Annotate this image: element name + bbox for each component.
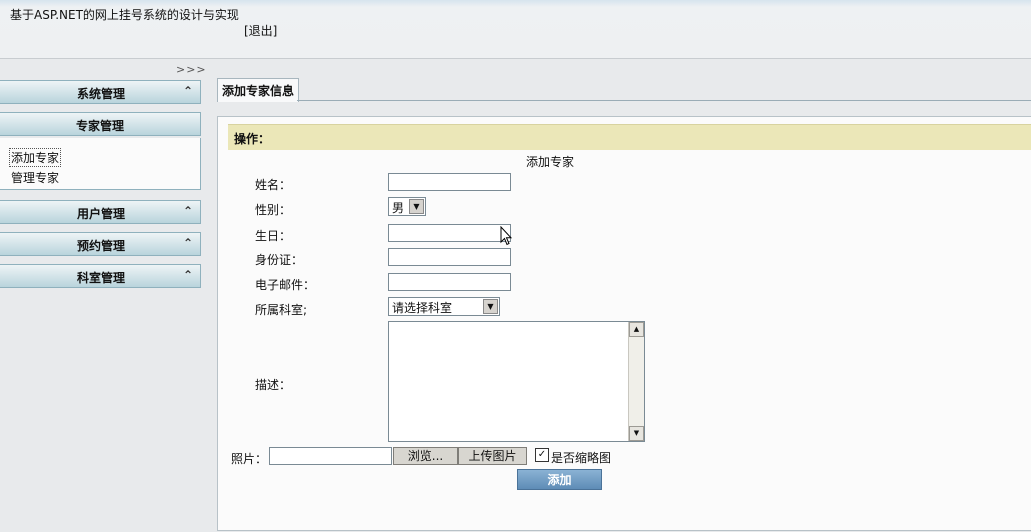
- birthday-label: 生日：: [255, 229, 292, 243]
- gender-label: 性别：: [255, 203, 292, 217]
- operation-bar: 操作：: [228, 124, 1031, 150]
- sidebar-section-system[interactable]: 系统管理 ⌃: [0, 80, 201, 104]
- chevron-up-icon: ⌃: [183, 204, 194, 218]
- tab-add-expert-info[interactable]: 添加专家信息: [217, 78, 299, 102]
- chevron-up-icon: ⌃: [183, 236, 194, 250]
- operation-label: 操作：: [234, 132, 271, 146]
- email-input[interactable]: [388, 273, 511, 291]
- description-label: 描述：: [255, 378, 292, 392]
- sidebar-toggle[interactable]: >>>: [176, 63, 207, 76]
- mouse-cursor-icon: [500, 226, 512, 246]
- email-label: 电子邮件：: [255, 278, 316, 292]
- form-title: 添加专家: [526, 155, 575, 169]
- app-header: 基于ASP.NET的网上挂号系统的设计与实现 [退出]: [0, 0, 1031, 59]
- sidebar-item-add-expert[interactable]: 添加专家: [9, 148, 62, 167]
- sidebar-section-user[interactable]: 用户管理 ⌃: [0, 200, 201, 224]
- photo-path-input[interactable]: [269, 447, 392, 465]
- section-label: 预约管理: [76, 239, 125, 253]
- scroll-up-icon[interactable]: ▲: [629, 322, 644, 337]
- section-label: 用户管理: [76, 207, 125, 221]
- department-label: 所属科室;: [255, 303, 308, 317]
- section-label: 科室管理: [76, 271, 125, 285]
- scroll-down-icon[interactable]: ▼: [629, 426, 644, 441]
- logout-link[interactable]: [退出]: [244, 22, 277, 39]
- sidebar-item-manage-expert[interactable]: 管理专家: [11, 169, 59, 186]
- section-label: 专家管理: [75, 119, 124, 133]
- form-panel: 操作： 添加专家 姓名： 性别： 男 ▼ 生日： 身份证： 电子邮件： 所属科室…: [217, 116, 1031, 531]
- tab-divider: [297, 100, 1031, 101]
- dropdown-arrow-icon: ▼: [483, 299, 498, 314]
- gender-value: 男: [392, 201, 405, 215]
- name-input[interactable]: [388, 173, 511, 191]
- thumbnail-checkbox[interactable]: ✓: [535, 448, 549, 462]
- department-select[interactable]: 请选择科室 ▼: [388, 297, 500, 316]
- main-content: 添加专家信息 操作： 添加专家 姓名： 性别： 男 ▼ 生日： 身份证： 电子邮…: [217, 76, 1031, 531]
- thumbnail-checkbox-label: 是否缩略图: [551, 451, 612, 465]
- upload-image-button[interactable]: 上传图片: [458, 447, 527, 465]
- name-label: 姓名：: [255, 178, 292, 192]
- birthday-input[interactable]: [388, 224, 511, 242]
- dropdown-arrow-icon: ▼: [409, 199, 424, 214]
- description-textarea[interactable]: ▲ ▼: [388, 321, 645, 442]
- browse-button[interactable]: 浏览...: [393, 447, 458, 465]
- chevron-up-icon: ⌃: [183, 84, 194, 98]
- section-label: 系统管理: [76, 87, 125, 101]
- app-title: 基于ASP.NET的网上挂号系统的设计与实现: [10, 8, 239, 22]
- id-card-input[interactable]: [388, 248, 511, 266]
- id-card-label: 身份证：: [255, 253, 304, 267]
- photo-label: 照片：: [231, 452, 268, 466]
- add-button[interactable]: 添加: [517, 469, 602, 490]
- scrollbar[interactable]: ▲ ▼: [628, 322, 644, 441]
- department-value: 请选择科室: [392, 301, 453, 315]
- sidebar-section-expert[interactable]: 专家管理: [0, 112, 201, 136]
- sidebar-section-department[interactable]: 科室管理 ⌃: [0, 264, 201, 288]
- chevron-up-icon: ⌃: [183, 268, 194, 282]
- expert-submenu: 添加专家 管理专家: [0, 138, 201, 190]
- sidebar-section-appointment[interactable]: 预约管理 ⌃: [0, 232, 201, 256]
- gender-select[interactable]: 男 ▼: [388, 197, 426, 216]
